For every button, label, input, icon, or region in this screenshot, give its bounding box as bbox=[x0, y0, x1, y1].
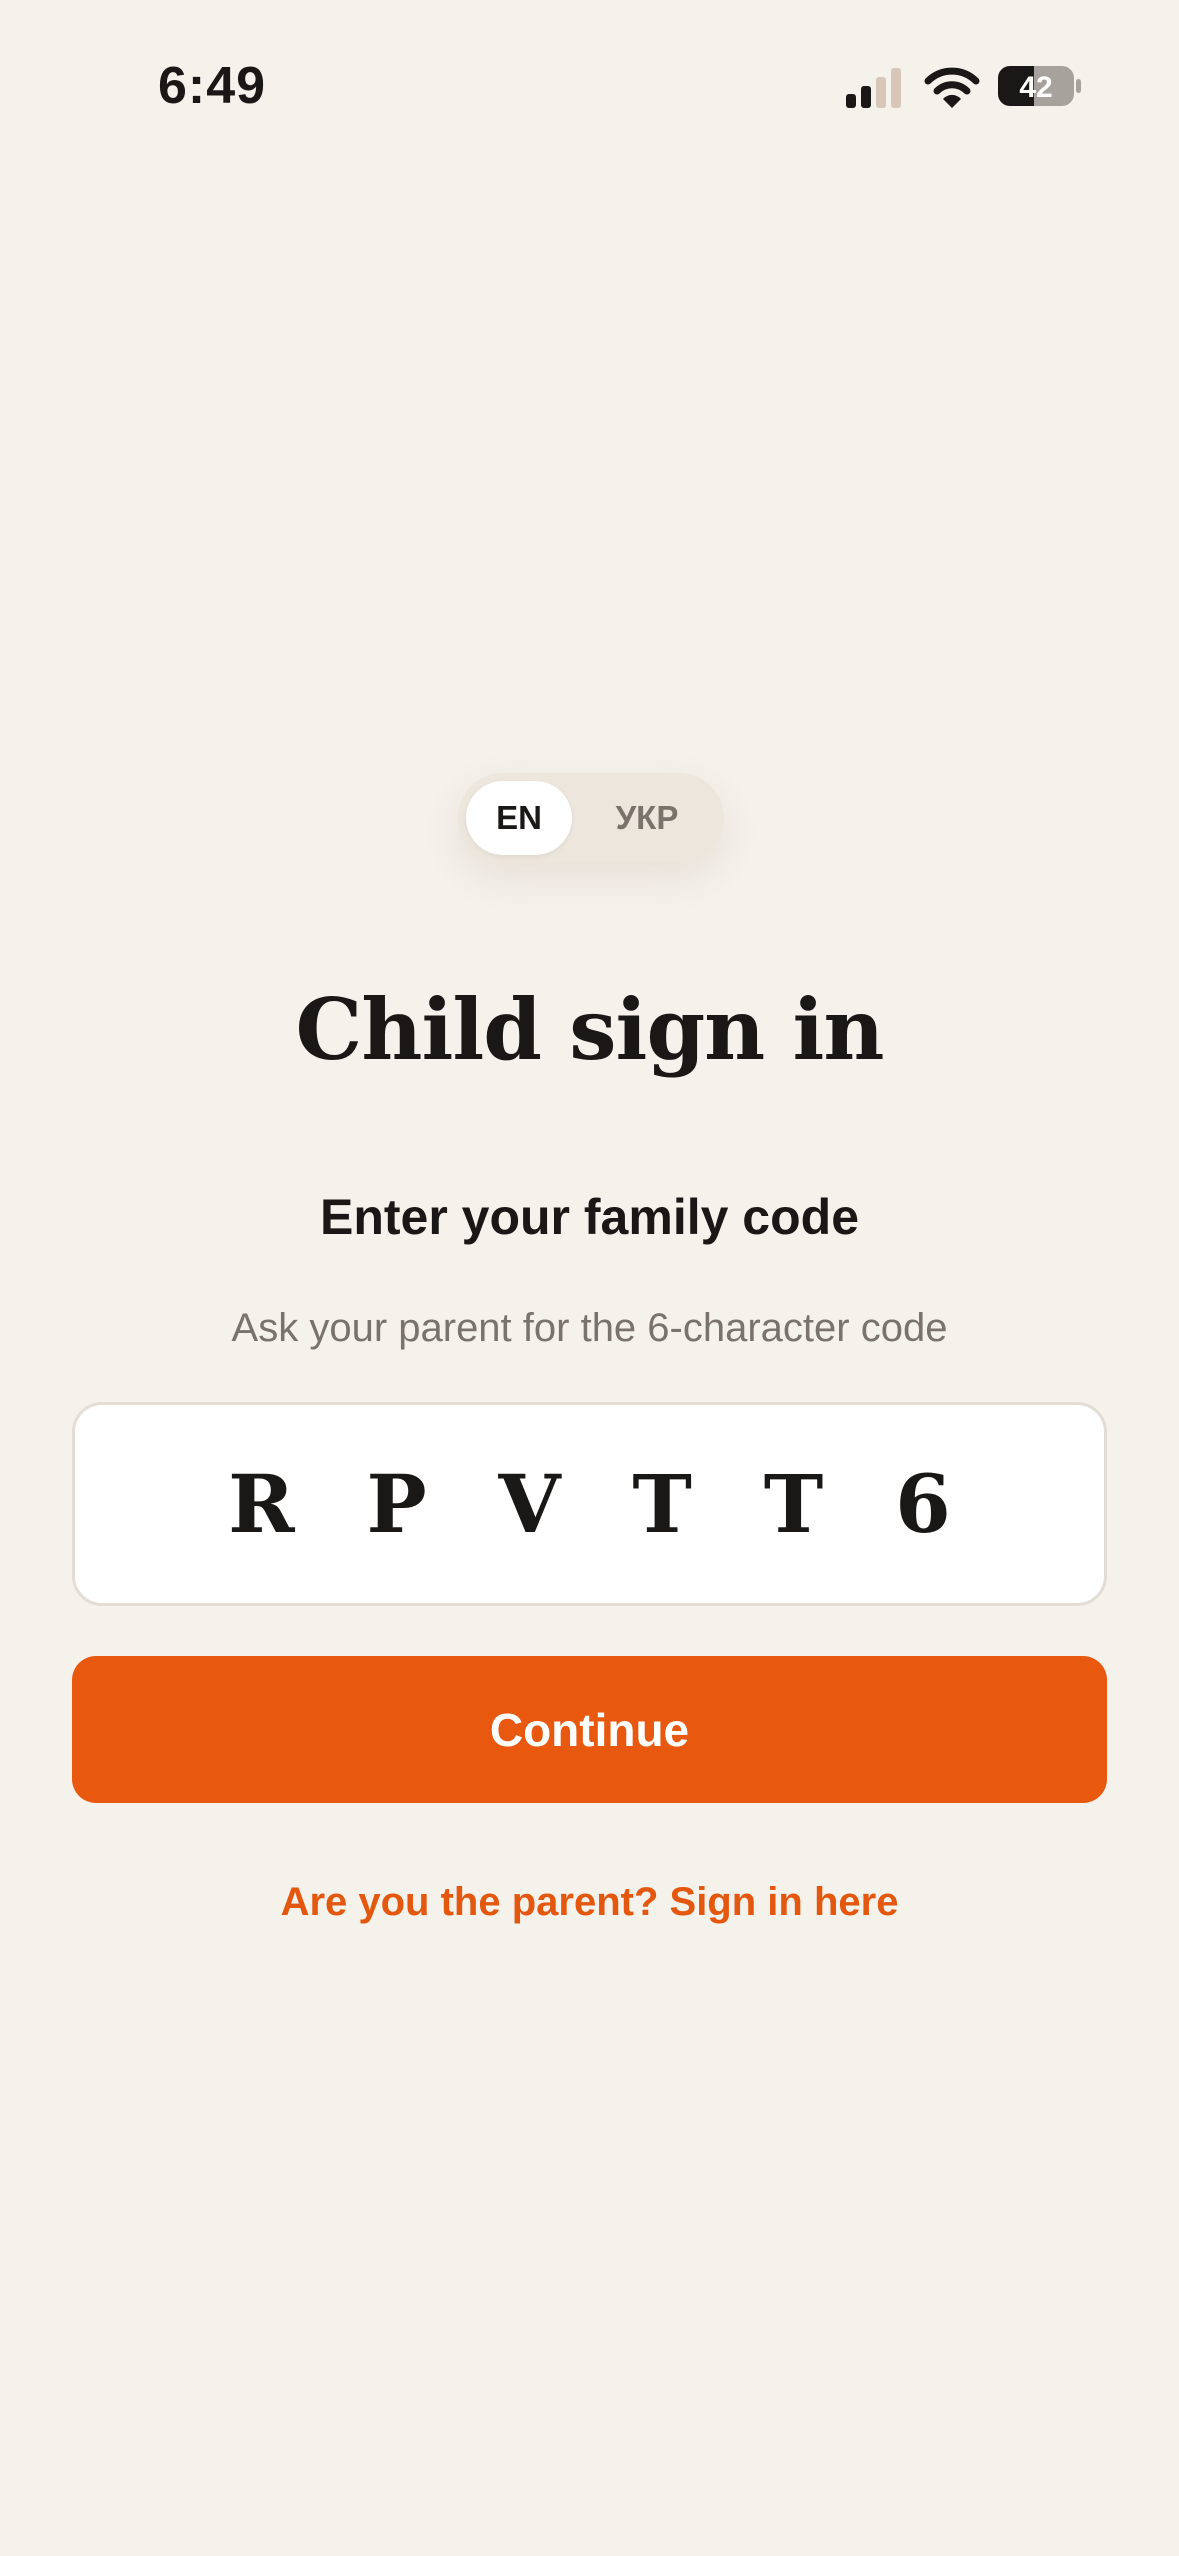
continue-button[interactable]: Continue bbox=[72, 1656, 1107, 1803]
hint-text: Ask your parent for the 6-character code bbox=[231, 1306, 948, 1350]
wifi-icon bbox=[924, 67, 980, 108]
family-code-value: R P V T T 6 bbox=[228, 1457, 973, 1551]
battery-icon: 42 bbox=[998, 66, 1081, 106]
language-option-ukr[interactable]: УКР bbox=[582, 781, 712, 855]
language-option-en[interactable]: EN bbox=[466, 781, 572, 855]
status-bar: 6:49 42 bbox=[0, 0, 1179, 140]
status-time: 6:49 bbox=[158, 57, 267, 115]
language-toggle: EN УКР bbox=[458, 773, 724, 863]
child-sign-in-screen: 6:49 42 EN УКР Child sign in Enter your … bbox=[0, 0, 1179, 2556]
battery-level: 42 bbox=[1019, 71, 1052, 104]
subtitle: Enter your family code bbox=[319, 1189, 860, 1245]
page-title: Child sign in bbox=[295, 980, 885, 1079]
signal-icon bbox=[846, 68, 901, 108]
parent-sign-in-link[interactable]: Are you the parent? Sign in here bbox=[0, 1874, 1179, 1930]
family-code-input[interactable]: R P V T T 6 bbox=[72, 1402, 1107, 1606]
